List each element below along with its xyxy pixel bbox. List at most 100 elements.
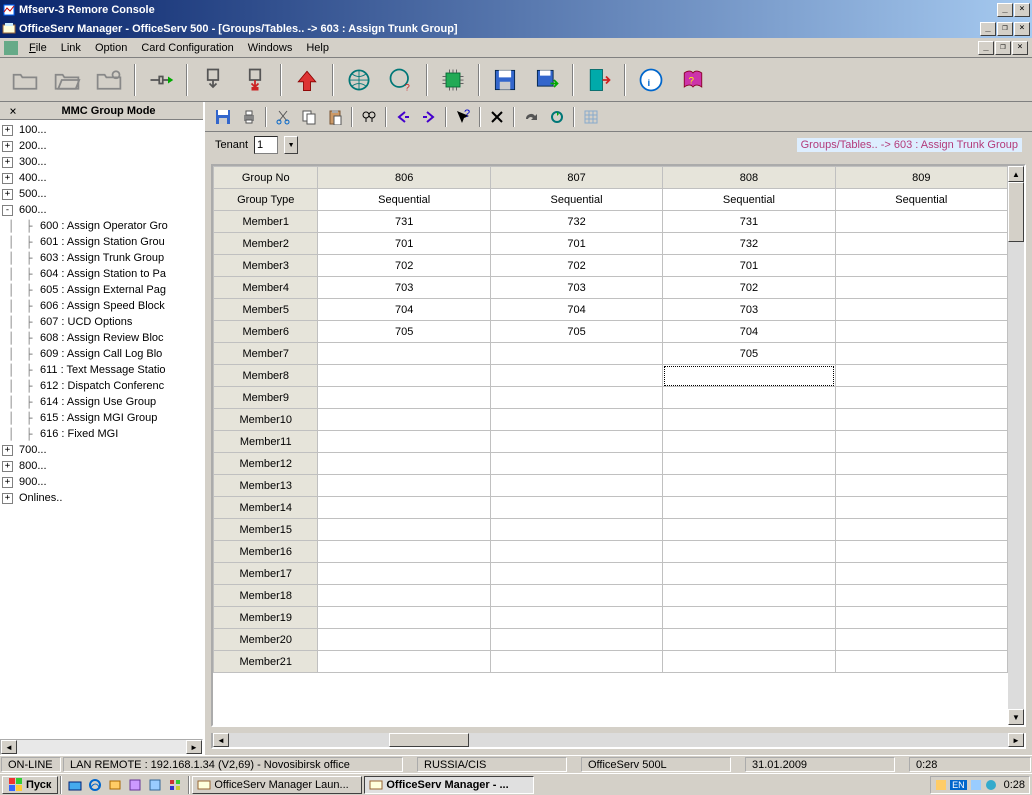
next-icon[interactable] — [417, 106, 441, 128]
tree-toggle[interactable]: + — [2, 477, 13, 488]
grid-cell[interactable] — [490, 409, 662, 431]
grid-cell[interactable] — [663, 409, 835, 431]
grid-row-header[interactable]: Member3 — [214, 255, 318, 277]
taskbar-item-launcher[interactable]: OfficeServ Manager Laun... — [192, 776, 362, 794]
grid-hscroll[interactable]: ◄ ► — [211, 733, 1026, 749]
grid-cell[interactable] — [318, 519, 490, 541]
grid-row-header[interactable]: Member10 — [214, 409, 318, 431]
tree-branch[interactable]: +Onlines.. — [2, 490, 201, 506]
download-red-icon[interactable] — [236, 62, 274, 98]
scroll-track[interactable] — [17, 740, 186, 754]
tenant-input[interactable] — [254, 136, 278, 154]
mdi-close-button[interactable]: × — [1012, 41, 1028, 55]
grid-cell[interactable] — [490, 387, 662, 409]
redo-icon[interactable] — [519, 106, 543, 128]
grid-cell[interactable] — [663, 651, 835, 673]
grid-cell[interactable] — [318, 343, 490, 365]
menu-help[interactable]: Help — [299, 40, 336, 56]
grid-cell[interactable] — [318, 541, 490, 563]
refresh-icon[interactable] — [545, 106, 569, 128]
grid-cell[interactable] — [663, 497, 835, 519]
grid-cell[interactable] — [318, 629, 490, 651]
grid-cell[interactable]: 731 — [663, 211, 835, 233]
up-red-icon[interactable] — [288, 62, 326, 98]
tree-leaf[interactable]: │├606 : Assign Speed Block — [2, 298, 201, 314]
grid-cell[interactable] — [318, 563, 490, 585]
scroll-left-button[interactable]: ◄ — [213, 733, 229, 747]
tree-leaf[interactable]: │├615 : Assign MGI Group — [2, 410, 201, 426]
grid-cell[interactable] — [835, 563, 1007, 585]
tree-toggle[interactable]: + — [2, 157, 13, 168]
grid-cell[interactable] — [663, 563, 835, 585]
start-button[interactable]: Пуск — [2, 776, 58, 794]
lang-indicator[interactable]: EN — [950, 780, 967, 790]
scroll-left-button[interactable]: ◄ — [1, 740, 17, 754]
grid-cell[interactable] — [490, 607, 662, 629]
grid-cell[interactable]: 703 — [490, 277, 662, 299]
grid-cell[interactable] — [490, 651, 662, 673]
grid-cell[interactable] — [835, 211, 1007, 233]
grid-cell[interactable] — [835, 233, 1007, 255]
ie-icon[interactable] — [86, 776, 104, 794]
exit-door-icon[interactable] — [580, 62, 618, 98]
tree-leaf[interactable]: │├614 : Assign Use Group — [2, 394, 201, 410]
tree-leaf[interactable]: │├600 : Assign Operator Gro — [2, 218, 201, 234]
grid-cell[interactable]: 701 — [663, 255, 835, 277]
mdi-minimize-button[interactable]: _ — [978, 41, 994, 55]
grid-cell[interactable] — [835, 453, 1007, 475]
grid-cell[interactable]: Sequential — [318, 189, 490, 211]
connect-icon[interactable] — [142, 62, 180, 98]
grid-cell[interactable] — [663, 541, 835, 563]
grid-cell[interactable] — [835, 431, 1007, 453]
grid-row-header[interactable]: Member16 — [214, 541, 318, 563]
grid-row-header[interactable]: Member19 — [214, 607, 318, 629]
download-icon[interactable] — [194, 62, 232, 98]
tree-leaf[interactable]: │├611 : Text Message Statio — [2, 362, 201, 378]
tree-branch[interactable]: -600... — [2, 202, 201, 218]
whatsthis-icon[interactable]: ? — [451, 106, 475, 128]
grid-cell[interactable]: 705 — [490, 321, 662, 343]
app2-icon[interactable] — [146, 776, 164, 794]
grid-cell[interactable]: 702 — [490, 255, 662, 277]
tree-leaf[interactable]: │├603 : Assign Trunk Group — [2, 250, 201, 266]
tree-branch[interactable]: +700... — [2, 442, 201, 458]
grid-row-header[interactable]: Member8 — [214, 365, 318, 387]
grid-cell[interactable] — [490, 475, 662, 497]
grid-cell[interactable] — [835, 387, 1007, 409]
grid-cell[interactable] — [490, 541, 662, 563]
grid-cell[interactable] — [835, 475, 1007, 497]
tree-toggle[interactable]: + — [2, 493, 13, 504]
grid-row-header[interactable]: Member18 — [214, 585, 318, 607]
tree-toggle[interactable]: + — [2, 125, 13, 136]
grid-cell[interactable]: 704 — [663, 321, 835, 343]
open-folder-3-icon[interactable] — [90, 62, 128, 98]
tray-icon[interactable] — [970, 779, 982, 791]
grid-cell[interactable] — [835, 519, 1007, 541]
grid-cell[interactable] — [663, 387, 835, 409]
menu-windows[interactable]: Windows — [241, 40, 300, 56]
save-icon[interactable] — [211, 106, 235, 128]
grid-cell[interactable] — [835, 409, 1007, 431]
tree-leaf[interactable]: │├616 : Fixed MGI — [2, 426, 201, 442]
tree-leaf[interactable]: │├605 : Assign External Pag — [2, 282, 201, 298]
grid-cell[interactable] — [663, 519, 835, 541]
grid-cell[interactable]: 705 — [318, 321, 490, 343]
tree-leaf[interactable]: │├609 : Assign Call Log Blo — [2, 346, 201, 362]
grid-cell[interactable]: 732 — [663, 233, 835, 255]
tree-leaf[interactable]: │├608 : Assign Review Bloc — [2, 330, 201, 346]
grid-row-header[interactable]: Member9 — [214, 387, 318, 409]
grid-cell[interactable] — [663, 475, 835, 497]
data-grid[interactable]: Group No806807808809Group TypeSequential… — [213, 166, 1008, 673]
grid-cell[interactable]: 702 — [318, 255, 490, 277]
mdi-restore-button[interactable]: ❐ — [995, 41, 1011, 55]
grid-row-header[interactable]: Member6 — [214, 321, 318, 343]
show-desktop-icon[interactable] — [66, 776, 84, 794]
grid-cell[interactable]: Sequential — [490, 189, 662, 211]
cut-icon[interactable] — [271, 106, 295, 128]
tray-icon[interactable] — [935, 779, 947, 791]
chip-icon[interactable] — [434, 62, 472, 98]
grid-cell[interactable] — [835, 255, 1007, 277]
scroll-up-button[interactable]: ▲ — [1008, 166, 1024, 182]
tree-toggle[interactable]: + — [2, 189, 13, 200]
tree-toggle[interactable]: + — [2, 445, 13, 456]
